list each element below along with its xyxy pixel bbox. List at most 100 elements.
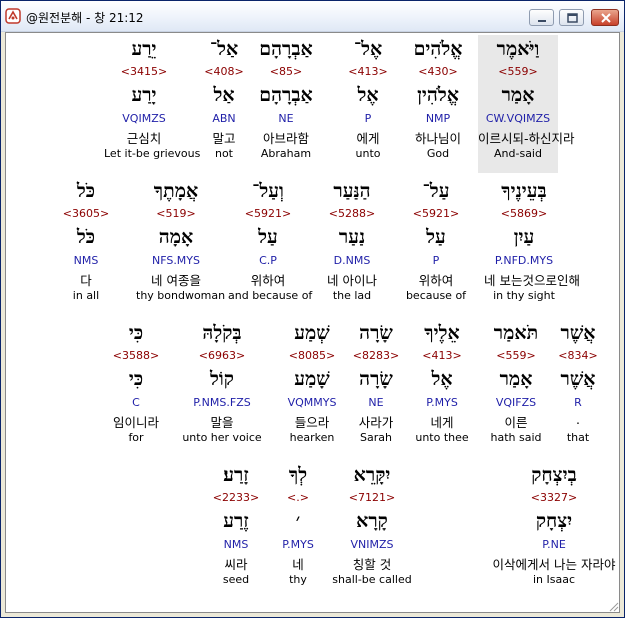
resize-grip-icon[interactable]: [607, 600, 619, 612]
lemma-word: נַעַר: [338, 226, 366, 248]
strong-number: <7121>: [348, 491, 396, 504]
english-gloss: unto her voice: [182, 431, 262, 444]
word-cell[interactable]: וְעַל־ <5921> עַל C.P 위하여 and because of: [228, 177, 312, 307]
hebrew-word: זָרַע׃: [223, 464, 249, 486]
english-gloss: for: [128, 431, 144, 444]
korean-gloss: 말고: [212, 131, 236, 146]
hebrew-word: יִקָּרֵא: [353, 464, 391, 486]
strong-number: <3327>: [530, 491, 578, 504]
close-button[interactable]: [591, 9, 619, 26]
korean-gloss: 네 보는것으로인해: [484, 273, 580, 288]
strong-number: <5921>: [412, 207, 460, 220]
hebrew-word: עַל־: [422, 180, 450, 202]
word-cell[interactable]: וַיֹּאמֶר <559> אָמַר CW.VQIMZS 이르시되-하신지라 And…: [478, 35, 575, 173]
word-cell[interactable]: עַל־ <5921> עַל P 위하여 because of: [396, 177, 476, 307]
hebrew-word: בְּעֵינֶיךָ: [501, 180, 547, 202]
morphology-code: C.P: [259, 254, 277, 267]
lemma-word: קָרָא: [356, 510, 388, 532]
word-cell[interactable]: תֹּאמַר <559> אָמַר VQIFZS 이른 hath said: [476, 319, 556, 449]
english-gloss: hath said: [490, 431, 542, 444]
korean-gloss: 들으라: [294, 415, 330, 430]
strong-number: <408>: [204, 65, 244, 78]
strong-number: <430>: [418, 65, 458, 78]
lemma-word: כֹּל: [76, 226, 96, 248]
strong-number: <2233>: [212, 491, 260, 504]
strong-number: <5288>: [328, 207, 376, 220]
morphology-code: ABN: [212, 112, 236, 125]
morphology-code: CW.VQIMZS: [485, 112, 551, 125]
morphology-code: D.NMS: [333, 254, 371, 267]
word-cell[interactable]: כֹּל <3605> כֹּל NMS 다 in all: [46, 177, 126, 307]
english-gloss: hearken: [289, 431, 335, 444]
hebrew-word: בְּקֹלָהּ: [202, 322, 242, 344]
korean-gloss: 이른: [504, 415, 528, 430]
korean-gloss: 이르시되-하신지라: [478, 131, 575, 146]
word-cell[interactable]: בְּעֵינֶיךָ <5869> עַיִן P.NFD.MYS 네 보는것으로인해…: [484, 177, 580, 307]
word-cell[interactable]: שְׁמַע <8085> שָׁמַע VQMMYS 들으라 hearken: [272, 319, 352, 449]
english-gloss: in Isaac: [532, 573, 576, 586]
english-gloss: thy: [289, 573, 307, 586]
english-gloss: And-said: [494, 147, 542, 160]
word-cell[interactable]: אֶל־ <413> אֶל P 에게 unto: [328, 35, 408, 165]
minimize-icon: [538, 20, 546, 22]
minimize-button[interactable]: [529, 9, 554, 26]
word-cell[interactable]: אֱלֹהִים <430> אֱלֹהִין NMP 하나님이 God: [398, 35, 478, 165]
close-icon: [601, 13, 611, 23]
strong-number: <559>: [496, 349, 536, 362]
window-title: @원전분해 - 창 21:12: [26, 11, 144, 25]
lemma-word: שָׁמַע: [294, 368, 330, 390]
word-cell[interactable]: אֲמָתֶךָ <519> אָמָה NFS.MYS 네 여종을 thy bondwo…: [136, 177, 226, 307]
word-cell[interactable]: בְיִצְחָק <3327> יִצְחָק P.NE 이삭에게서 나는 자라야 in…: [474, 461, 619, 591]
korean-gloss: 이삭에게서 나는 자라야: [492, 557, 616, 572]
lemma-word: יָרַע: [131, 84, 157, 106]
word-cell[interactable]: יֵרַע <3415> יָרַע VQIMZS 근심치 Let it-be griev…: [104, 35, 201, 165]
english-gloss: Let it-be grievous: [104, 147, 201, 160]
morphology-code: NMP: [425, 112, 451, 125]
english-gloss: in thy sight: [493, 289, 555, 302]
title-bar[interactable]: @원전분해 - 창 21:12: [1, 1, 624, 32]
lemma-word: עַל: [426, 226, 446, 248]
hebrew-word: אֲמָתֶךָ: [153, 180, 199, 202]
word-cell[interactable]: לְךָ <.> ׳ P.MYS 네 thy: [268, 461, 328, 591]
morphology-code: C: [132, 396, 140, 409]
lemma-word: ׳: [295, 510, 301, 532]
korean-gloss: 씨라: [224, 557, 248, 572]
korean-gloss: 칭할 것: [352, 557, 392, 572]
hebrew-word: אֱלֹהִים: [413, 38, 463, 60]
hebrew-word: תֹּאמַר: [493, 322, 539, 344]
lemma-word: יִצְחָק: [535, 510, 573, 532]
korean-gloss: 네 아이나: [327, 273, 377, 288]
strong-number: <559>: [498, 65, 538, 78]
morphology-code: P: [364, 112, 372, 125]
strong-number: <519>: [156, 207, 196, 220]
english-gloss: the lad: [332, 289, 372, 302]
word-cell[interactable]: יִקָּרֵא <7121> קָרָא VNIMZS 칭할 것 shall-be ca…: [322, 461, 422, 591]
korean-gloss: 다: [80, 273, 92, 288]
lemma-word: כִּי: [128, 368, 144, 390]
english-gloss: in all: [72, 289, 100, 302]
hebrew-word: שְׁמַע: [294, 322, 330, 344]
interlinear-panel[interactable]: וַיֹּאמֶר <559> אָמַר CW.VQIMZS 이르시되-하신지라 And…: [5, 32, 620, 613]
lemma-word: אָמַר: [501, 84, 535, 106]
strong-number: <5921>: [244, 207, 292, 220]
strong-number: <.>: [287, 491, 309, 504]
lemma-word: עַיִן: [513, 226, 535, 248]
hebrew-word: אַל־: [209, 38, 239, 60]
word-cell[interactable]: זָרַע׃ <2233> זֶרַע NMS 씨라 seed: [196, 461, 276, 591]
hebrew-word: כִּי: [128, 322, 144, 344]
lemma-word: אֶל: [357, 84, 379, 106]
lemma-word: עַל: [258, 226, 278, 248]
lemma-word: זֶרַע: [223, 510, 249, 532]
lemma-word: אָמַר: [499, 368, 533, 390]
korean-gloss: 하나님이: [414, 131, 461, 146]
word-cell[interactable]: אַל־ <408> אַל ABN 말고 not: [184, 35, 264, 165]
hebrew-word: כֹּל: [76, 180, 96, 202]
word-cell[interactable]: כִּי <3588> כִּי C 임이니라 for: [96, 319, 176, 449]
maximize-button[interactable]: [559, 9, 584, 26]
strong-number: <3605>: [62, 207, 110, 220]
english-gloss: shall-be called: [332, 573, 412, 586]
word-cell[interactable]: בְּקֹלָהּ <6963> קוֹל P.NMS.FZS 말을 unto her v…: [182, 319, 262, 449]
english-gloss: thy bondwoman: [136, 289, 226, 302]
word-cell[interactable]: הַנַּעַר <5288> נַעַר D.NMS 네 아이나 the lad: [312, 177, 392, 307]
morphology-code: P.NE: [542, 538, 566, 551]
